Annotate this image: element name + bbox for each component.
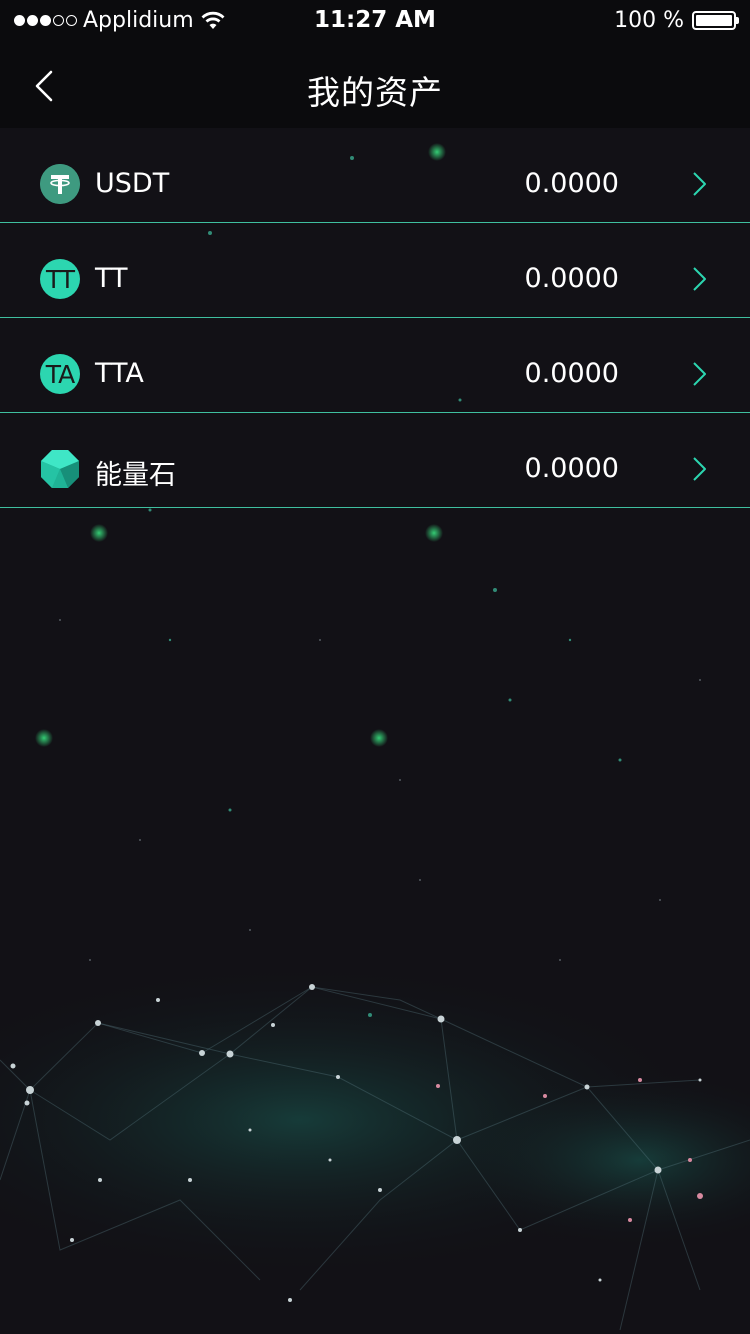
tta-icon: TA [40, 354, 80, 394]
asset-amount: 0.0000 [524, 358, 619, 389]
asset-list: USDT 0.0000 TT TT 0.0000 TA TTA 0.0000 能… [0, 128, 750, 508]
chevron-right-icon [693, 457, 706, 481]
navigation-bar: 我的资产 [0, 42, 750, 128]
status-right: 100 % [614, 8, 739, 33]
chevron-right-icon [693, 267, 706, 291]
asset-name: USDT [95, 168, 170, 199]
asset-name: 能量石 [95, 460, 176, 491]
asset-row-tt[interactable]: TT TT 0.0000 [0, 223, 750, 318]
asset-row-usdt[interactable]: USDT 0.0000 [0, 128, 750, 223]
asset-name: TTA [95, 358, 144, 389]
battery-icon [692, 11, 739, 30]
chevron-right-icon [693, 362, 706, 386]
asset-amount: 0.0000 [524, 453, 619, 484]
asset-row-tta[interactable]: TA TTA 0.0000 [0, 318, 750, 413]
asset-name: TT [95, 263, 128, 294]
status-bar: Applidium 11:27 AM 100 % [0, 0, 750, 42]
asset-amount: 0.0000 [524, 168, 619, 199]
energy-stone-icon [40, 449, 80, 489]
tt-icon: TT [40, 259, 80, 299]
asset-amount: 0.0000 [524, 263, 619, 294]
page-title: 我的资产 [307, 73, 443, 112]
usdt-icon [40, 164, 80, 204]
chevron-right-icon [693, 172, 706, 196]
battery-percentage: 100 % [614, 8, 684, 33]
asset-row-energy-stone[interactable]: 能量石 0.0000 [0, 413, 750, 508]
